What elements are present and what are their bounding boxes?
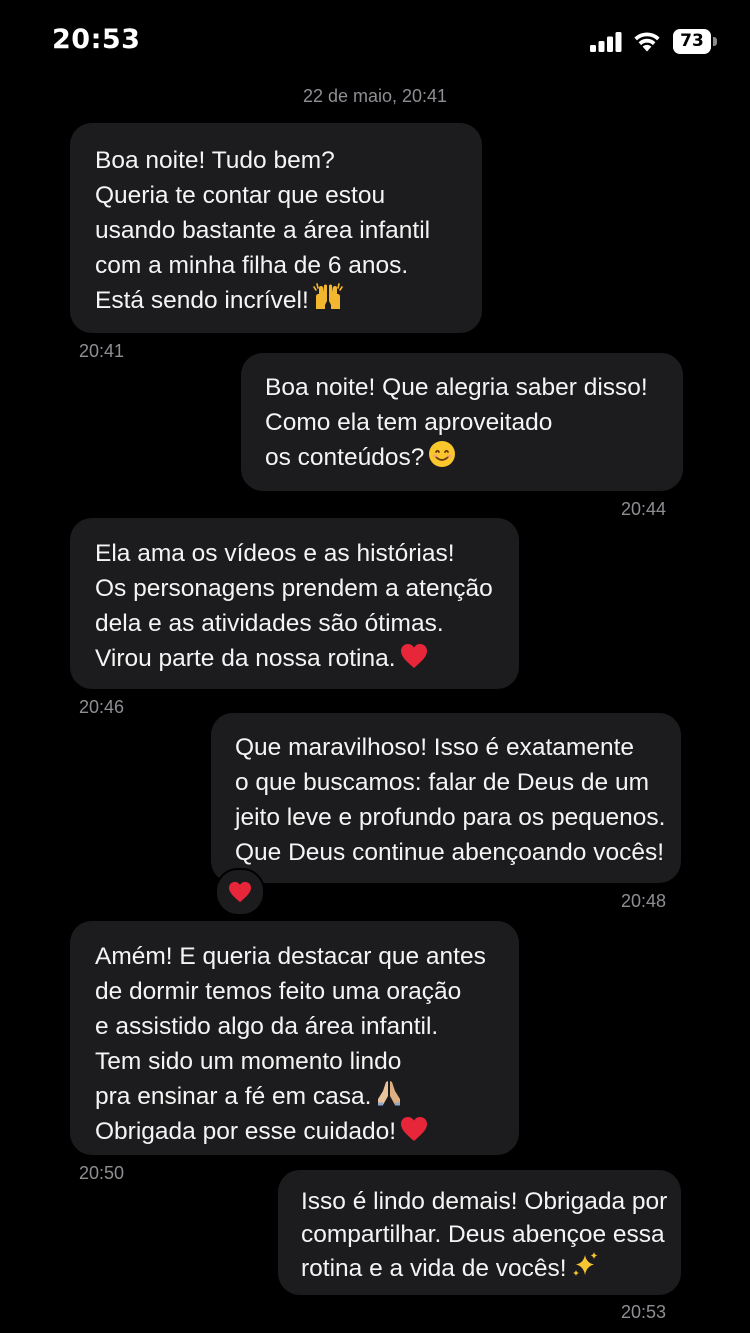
message-line: rotina e a vida de vocês!: [301, 1255, 567, 1282]
status-time: 20:53: [52, 24, 141, 55]
message-timestamp: 20:46: [79, 697, 125, 717]
message-line: Como ela tem aproveitado: [265, 409, 553, 436]
message-line-with-emoji: pra ensinar a fé em casa.: [95, 1079, 499, 1114]
message-line: Boa noite! Que alegria saber disso!: [265, 374, 648, 401]
message-line: os conteúdos?: [265, 444, 425, 471]
message-line-with-emoji: Obrigada por esse cuidado!: [95, 1114, 499, 1149]
message-line-with-emoji: os conteúdos?: [265, 440, 663, 475]
message-line: com a minha filha de 6 anos.: [95, 252, 409, 279]
raising-hands-emoji-icon: [313, 283, 343, 309]
message-line: Que maravilhoso! Isso é exatamente: [235, 734, 635, 761]
red-heart-emoji-icon: [401, 1117, 427, 1141]
message-bubble-incoming[interactable]: Boa noite! Tudo bem? Queria te contar qu…: [70, 123, 482, 333]
message-bubble-incoming[interactable]: Ela ama os vídeos e as histórias! Os per…: [70, 518, 519, 689]
message-line: Amém! E queria destacar que antes: [95, 943, 486, 970]
message-line: Tem sido um momento lindo: [95, 1048, 402, 1075]
folded-hands-emoji-icon: [378, 1081, 401, 1106]
message-line: Que Deus continue abençoando vocês!: [235, 839, 665, 866]
message-line: compartilhar. Deus abençoe essa: [301, 1221, 665, 1248]
sparkles-emoji-icon: [572, 1252, 598, 1276]
message-line: Os personagens prendem a atenção: [95, 575, 493, 602]
battery-tip: [713, 37, 717, 46]
message-line: usando bastante a área infantil: [95, 217, 431, 244]
message-line: o que buscamos: falar de Deus de um: [235, 769, 650, 796]
red-heart-emoji-icon: [400, 644, 427, 668]
date-separator: 22 de maio, 20:41: [302, 86, 448, 106]
message-line-with-emoji: Virou parte da nossa rotina.: [95, 641, 499, 676]
message-line: Virou parte da nossa rotina.: [95, 645, 396, 672]
message-timestamp: 20:50: [79, 1163, 125, 1183]
message-line: jeito leve e profundo para os pequenos.: [235, 804, 666, 831]
status-bar: 20:53 73: [0, 0, 750, 86]
cellular-signal-icon: [590, 32, 622, 52]
message-line: de dormir temos feito uma oração: [95, 978, 462, 1005]
message-line: e assistido algo da área infantil.: [95, 1013, 439, 1040]
message-timestamp: 20:53: [621, 1302, 667, 1322]
message-line: Ela ama os vídeos e as histórias!: [95, 540, 455, 567]
message-bubble-outgoing[interactable]: Isso é lindo demais! Obrigada por compar…: [278, 1170, 681, 1295]
message-timestamp: 20:48: [621, 891, 667, 911]
message-line: pra ensinar a fé em casa.: [95, 1083, 372, 1110]
message-timestamp: 20:44: [621, 499, 667, 519]
battery-icon: 73: [673, 29, 717, 54]
message-line: Queria te contar que estou: [95, 182, 386, 209]
message-line: Obrigada por esse cuidado!: [95, 1118, 396, 1145]
message-line: Isso é lindo demais! Obrigada por: [301, 1188, 668, 1215]
message-bubble-outgoing[interactable]: Boa noite! Que alegria saber disso! Como…: [241, 353, 683, 491]
message-bubble-incoming[interactable]: Amém! E queria destacar que antes de dor…: [70, 921, 519, 1155]
red-heart-icon: [229, 881, 251, 903]
message-line-with-emoji: rotina e a vida de vocês!: [301, 1251, 667, 1285]
message-line-with-emoji: Está sendo incrível!: [95, 283, 458, 318]
battery-level: 73: [680, 31, 704, 51]
wifi-icon: [634, 32, 660, 52]
message-line: Boa noite! Tudo bem?: [95, 147, 335, 174]
message-bubble-outgoing[interactable]: Que maravilhoso! Isso é exatamente o que…: [211, 713, 681, 883]
message-line: Está sendo incrível!: [95, 287, 309, 314]
message-timestamp: 20:41: [79, 341, 125, 361]
message-reaction[interactable]: [215, 868, 265, 916]
smiling-face-emoji-icon: [429, 441, 456, 467]
message-line: dela e as atividades são ótimas.: [95, 610, 444, 637]
